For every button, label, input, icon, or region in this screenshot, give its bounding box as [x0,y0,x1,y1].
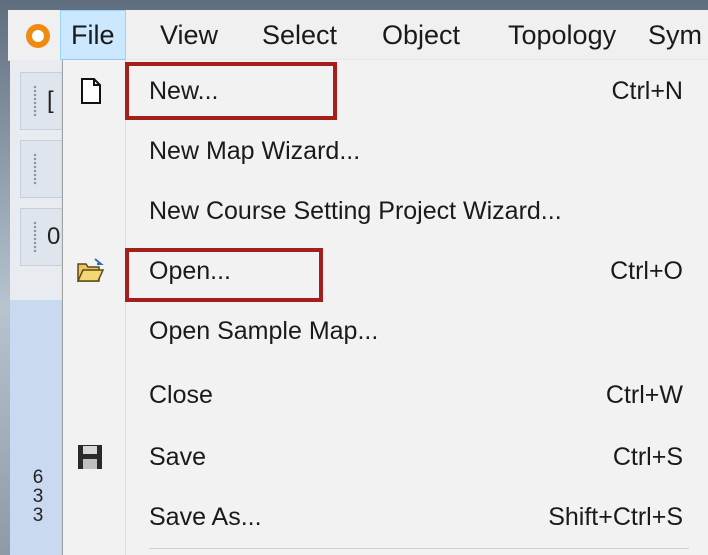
menu-view[interactable]: View [150,10,228,60]
menu-item-new-course-wizard[interactable]: New Course Setting Project Wizard... [63,182,703,240]
menu-item-shortcut: Ctrl+N [611,77,683,105]
menu-item-shortcut: Ctrl+O [610,257,683,285]
grip-dots-icon [33,153,37,185]
toolbar-fragment: 0 [47,223,61,250]
menu-item-open-sample-map[interactable]: Open Sample Map... [63,302,703,360]
menu-item-close[interactable]: Close Ctrl+W [63,366,703,424]
menu-item-label: Save As... [149,503,262,531]
save-disk-icon [78,445,102,469]
new-document-icon [81,78,101,104]
menu-bar: File View Select Object Topology Sym [8,10,708,61]
menu-file[interactable]: File [60,10,126,60]
menu-select[interactable]: Select [252,10,347,60]
menu-item-shortcut: Ctrl+S [612,443,683,471]
menu-symbol[interactable]: Sym [638,10,708,60]
toolbar-grip[interactable] [20,140,64,198]
menu-item-label: Open Sample Map... [149,317,379,345]
menu-item-save-as[interactable]: Save As... Shift+Ctrl+S [63,488,703,546]
menu-item-shortcut: Shift+Ctrl+S [548,503,683,531]
menu-item-save[interactable]: Save Ctrl+S [63,428,703,486]
menu-item-label: Close [149,381,213,409]
open-folder-icon [76,258,105,282]
toolbar-grip[interactable]: 0 [20,208,64,266]
menu-item-shortcut: Ctrl+W [605,381,683,409]
annotation-box-open [125,248,323,302]
toolbar-grip[interactable]: [ [20,72,64,130]
ruler-value: 6 3 3 [32,467,44,526]
menu-item-label: New Course Setting Project Wizard... [149,197,562,225]
menu-object[interactable]: Object [372,10,470,60]
toolbar-fragment: [ [47,87,54,114]
menu-topology[interactable]: Topology [498,10,626,60]
menu-item-new-map-wizard[interactable]: New Map Wizard... [63,122,703,180]
menu-item-label: Save [149,443,206,471]
file-menu-dropdown: New... Ctrl+N New Map Wizard... New Cour… [62,60,708,555]
vertical-ruler: 6 3 3 [10,300,62,555]
app-logo-icon[interactable] [24,22,52,50]
annotation-box-new [125,62,337,120]
grip-dots-icon [33,85,37,117]
menu-separator [149,548,689,549]
grip-dots-icon [33,221,37,253]
menu-item-label: New Map Wizard... [149,137,361,165]
